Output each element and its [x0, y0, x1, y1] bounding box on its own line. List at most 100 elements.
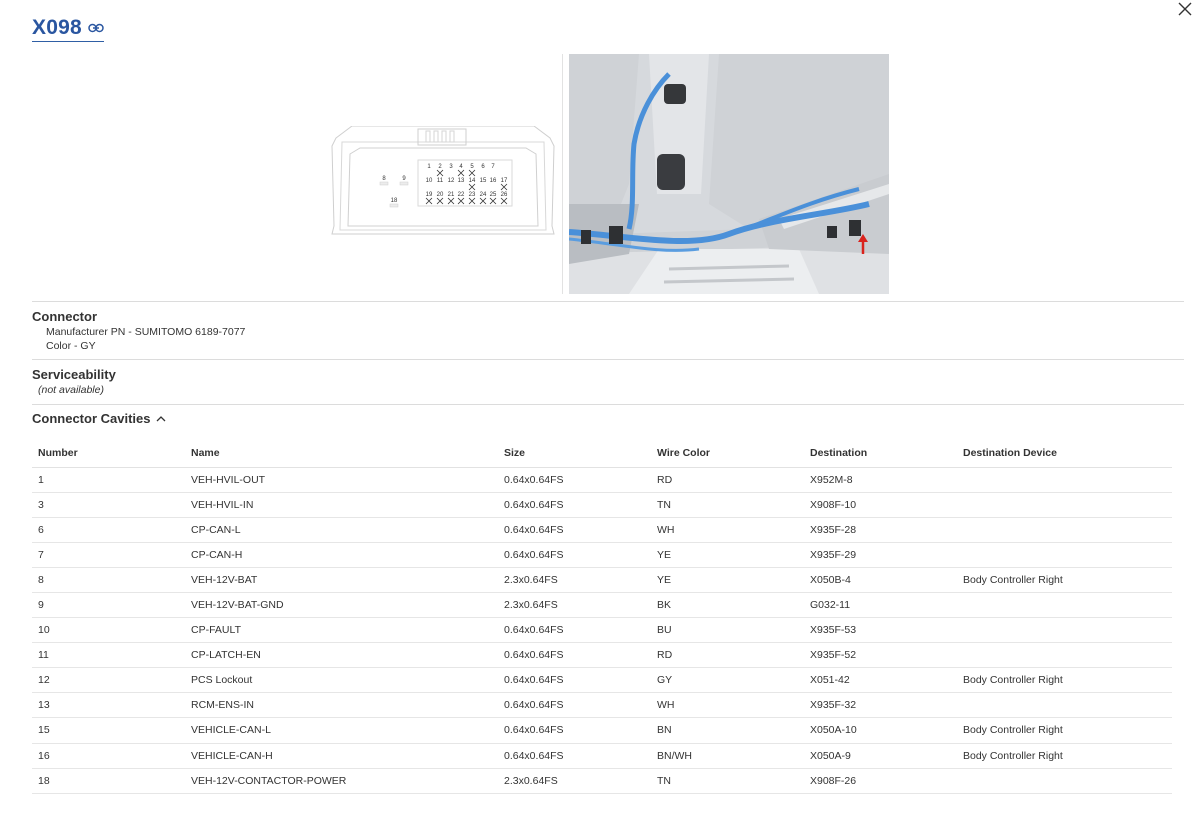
cell-size: 0.64x0.64FS	[498, 542, 651, 568]
cell-destination[interactable]: X050A-10	[804, 717, 957, 744]
cell-destination[interactable]: X935F-29	[804, 542, 957, 568]
cell-destination-device: Body Controller Right	[957, 743, 1172, 769]
pin-label-8: 8	[382, 176, 386, 182]
cell-number: 15	[32, 717, 185, 744]
cell-number: 10	[32, 617, 185, 644]
cell-wire-color: GY	[651, 667, 804, 694]
cell-destination[interactable]: X935F-53	[804, 617, 957, 644]
connector-images: 8 9 18 1 2 3 4 5 6 7 10 11 12 13 14 15 1…	[330, 54, 890, 294]
cell-destination[interactable]: X050B-4	[804, 567, 957, 593]
cell-destination-device: Body Controller Right	[957, 717, 1172, 744]
cell-name: RCM-ENS-IN	[185, 692, 498, 719]
serviceability-value: (not available)	[38, 384, 104, 396]
cell-number: 8	[32, 567, 185, 593]
cell-destination-device	[957, 542, 1172, 568]
table-row: 16 VEHICLE-CAN-H 0.64x0.64FS BN/WH X050A…	[32, 743, 1172, 769]
chevron-up-icon	[157, 416, 166, 422]
cell-size: 2.3x0.64FS	[498, 567, 651, 593]
connector-title-link[interactable]: X098	[32, 16, 104, 42]
pin-label-23: 23	[469, 192, 476, 198]
column-header-destination[interactable]: Destination	[804, 440, 957, 468]
cell-destination-device: Body Controller Right	[957, 567, 1172, 593]
cell-destination[interactable]: X935F-32	[804, 692, 957, 719]
cell-destination-device	[957, 642, 1172, 669]
cell-destination[interactable]: X908F-26	[804, 768, 957, 794]
cell-size: 0.64x0.64FS	[498, 667, 651, 694]
cell-destination-device	[957, 592, 1172, 619]
close-button[interactable]	[1176, 0, 1194, 18]
pin-label-14: 14	[469, 178, 476, 184]
cell-size: 0.64x0.64FS	[498, 467, 651, 493]
table-row: 12 PCS Lockout 0.64x0.64FS GY X051-42 Bo…	[32, 667, 1172, 694]
cell-wire-color: BK	[651, 592, 804, 619]
cell-destination[interactable]: X935F-52	[804, 642, 957, 669]
table-row: 13 RCM-ENS-IN 0.64x0.64FS WH X935F-32	[32, 692, 1172, 719]
pin-label-11: 11	[437, 178, 444, 184]
cell-destination[interactable]: X050A-9	[804, 743, 957, 769]
cell-wire-color: WH	[651, 517, 804, 543]
cell-wire-color: BU	[651, 617, 804, 644]
pin-label-22: 22	[458, 192, 465, 198]
cell-size: 0.64x0.64FS	[498, 617, 651, 644]
cell-wire-color: RD	[651, 467, 804, 493]
cell-number: 12	[32, 667, 185, 694]
cell-number: 16	[32, 743, 185, 769]
page-title: X098	[32, 16, 82, 39]
cell-number: 3	[32, 492, 185, 518]
cell-wire-color: YE	[651, 567, 804, 593]
pin-label-1: 1	[427, 164, 431, 170]
cell-wire-color: BN/WH	[651, 743, 804, 769]
pin-label-16: 16	[490, 178, 497, 184]
cell-destination-device	[957, 517, 1172, 543]
column-header-name[interactable]: Name	[185, 440, 498, 468]
cell-name: VEHICLE-CAN-L	[185, 717, 498, 744]
column-header-wire-color[interactable]: Wire Color	[651, 440, 804, 468]
cell-name: VEH-12V-CONTACTOR-POWER	[185, 768, 498, 794]
cell-name: PCS Lockout	[185, 667, 498, 694]
cell-number: 13	[32, 692, 185, 719]
cell-name: CP-FAULT	[185, 617, 498, 644]
table-row: 7 CP-CAN-H 0.64x0.64FS YE X935F-29	[32, 542, 1172, 568]
table-row: 18 VEH-12V-CONTACTOR-POWER 2.3x0.64FS TN…	[32, 768, 1172, 794]
cell-name: CP-LATCH-EN	[185, 642, 498, 669]
column-header-destination-device[interactable]: Destination Device	[957, 440, 1172, 468]
cell-wire-color: TN	[651, 492, 804, 518]
pin-label-3: 3	[449, 164, 453, 170]
cell-number: 11	[32, 642, 185, 669]
table-header-row: Number Name Size Wire Color Destination …	[32, 440, 1172, 468]
pin-label-21: 21	[448, 192, 455, 198]
cell-destination[interactable]: G032-11	[804, 592, 957, 619]
serviceability-section-title: Serviceability	[32, 367, 116, 382]
pin-label-18: 18	[391, 198, 398, 204]
connector-pinout-diagram: 8 9 18 1 2 3 4 5 6 7 10 11 12 13 14 15 1…	[331, 126, 555, 235]
cell-destination[interactable]: X051-42	[804, 667, 957, 694]
pin-label-13: 13	[458, 178, 465, 184]
cell-destination-device	[957, 617, 1172, 644]
pin-label-10: 10	[426, 178, 433, 184]
pin-label-17: 17	[501, 178, 508, 184]
column-header-size[interactable]: Size	[498, 440, 651, 468]
cell-name: VEH-HVIL-OUT	[185, 467, 498, 493]
pin-label-7: 7	[491, 164, 495, 170]
connector-cavities-toggle[interactable]: Connector Cavities	[32, 411, 166, 426]
cell-name: VEH-12V-BAT	[185, 567, 498, 593]
pin-label-25: 25	[490, 192, 497, 198]
close-icon	[1178, 2, 1192, 16]
cell-number: 1	[32, 467, 185, 493]
table-row: 6 CP-CAN-L 0.64x0.64FS WH X935F-28	[32, 517, 1172, 543]
cavities-table: Number Name Size Wire Color Destination …	[32, 440, 1172, 794]
cell-destination-device	[957, 692, 1172, 719]
cell-name: CP-CAN-L	[185, 517, 498, 543]
cell-destination[interactable]: X908F-10	[804, 492, 957, 518]
connector-location-photo	[569, 54, 889, 294]
column-header-number[interactable]: Number	[32, 440, 185, 468]
table-row: 9 VEH-12V-BAT-GND 2.3x0.64FS BK G032-11	[32, 592, 1172, 619]
cell-destination[interactable]: X952M-8	[804, 467, 957, 493]
pin-label-5: 5	[470, 164, 474, 170]
pin-label-15: 15	[480, 178, 487, 184]
cell-name: VEH-12V-BAT-GND	[185, 592, 498, 619]
cell-size: 2.3x0.64FS	[498, 592, 651, 619]
cell-destination[interactable]: X935F-28	[804, 517, 957, 543]
connector-color: Color - GY	[46, 340, 96, 352]
cell-size: 0.64x0.64FS	[498, 743, 651, 769]
